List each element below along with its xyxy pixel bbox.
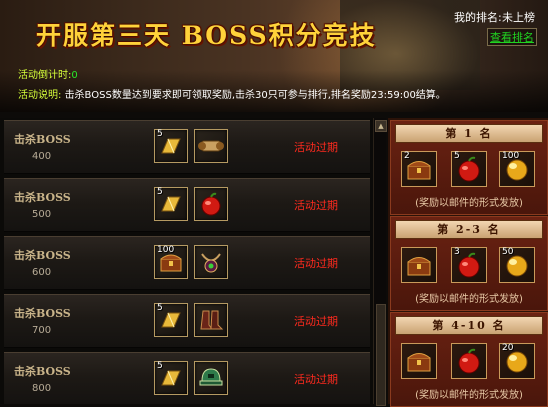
status-expired: 活动过期 [294,257,338,270]
item-slot[interactable] [401,247,437,283]
item-slot[interactable]: 2 [401,151,437,187]
red-apple-icon [458,156,480,182]
rank-reward-box: 第 1 名 2 5 100 (奖励以邮件的形式发放) [390,120,548,215]
scroll-thumb[interactable] [376,304,386,406]
item-slot[interactable] [194,303,228,337]
rank-title: 第 1 名 [395,124,543,143]
row-name: 击杀BOSS [14,307,71,320]
item-slot[interactable]: 3 [451,247,487,283]
row-name: 击杀BOSS [14,249,71,262]
gold-bar-icon [161,312,181,328]
gold-bar-icon [161,138,181,154]
row-score: 700 [32,325,52,336]
rank-title: 第 2-3 名 [395,220,543,239]
item-slot[interactable] [194,361,228,395]
status-expired: 活动过期 [294,315,338,328]
reward-row: 击杀BOSS 700 5 活动过期 [4,294,370,348]
reward-row: 击杀BOSS 800 5 活动过期 [4,352,370,404]
countdown-label: 活动倒计时: [18,70,72,81]
treasure-chest-icon [407,353,431,372]
scroll-up-icon[interactable]: ▲ [375,120,387,132]
rank-reward-box: 第 4-10 名 20 (奖励以邮件的形式发放) [390,312,548,407]
event-description: 活动说明: 击杀BOSS数量达到要求即可领取奖励,击杀30只可参与排行,排名奖励… [18,86,446,101]
item-slot[interactable]: 5 [154,303,188,337]
my-rank-label: 我的排名: [454,11,502,24]
status-expired: 活动过期 [294,199,338,212]
item-slot[interactable] [401,343,437,379]
treasure-chest-icon [407,257,431,276]
event-title: 开服第三天 BOSS积分竞技 [36,21,377,50]
item-slot[interactable]: 20 [499,343,535,379]
reward-note: (奖励以邮件的形式发放) [415,390,523,401]
row-name: 击杀BOSS [14,365,71,378]
row-score: 500 [32,209,52,220]
item-slot[interactable]: 100 [154,245,188,279]
row-score: 800 [32,383,52,394]
row-name: 击杀BOSS [14,191,71,204]
status-expired: 活动过期 [294,141,338,154]
item-slot[interactable]: 5 [154,129,188,163]
item-slot[interactable] [194,245,228,279]
list-scrollbar[interactable]: ▲ [373,118,387,406]
reward-note: (奖励以邮件的形式发放) [415,294,523,305]
ranking-reward-panel: 第 1 名 2 5 100 (奖励以邮件的形式发放) 第 2-3 名 3 50 … [388,118,548,407]
red-apple-icon [201,192,221,216]
description-text: 击杀BOSS数量达到要求即可领取奖励,击杀30只可参与排行,排名奖励23:59:… [64,90,446,101]
gold-bar-icon [161,370,181,386]
item-slot[interactable]: 50 [499,247,535,283]
event-banner: 开服第三天 BOSS积分竞技 我的排名: 未上榜 查看排名 活动倒计时:0 活动… [0,0,548,112]
view-ranking-link[interactable]: 查看排名 [487,28,537,46]
amulet-icon [201,253,221,273]
item-slot[interactable] [194,187,228,221]
rank-reward-box: 第 2-3 名 3 50 (奖励以邮件的形式发放) [390,216,548,311]
row-score: 600 [32,267,52,278]
row-score: 400 [32,151,52,162]
status-expired: 活动过期 [294,373,338,386]
boots-icon [200,310,224,330]
gold-orb-icon [506,255,528,277]
description-label: 活动说明: [18,90,62,101]
countdown: 活动倒计时:0 [18,66,78,81]
reward-row: 击杀BOSS 500 5 活动过期 [4,178,370,232]
item-slot[interactable]: 5 [451,151,487,187]
rank-title: 第 4-10 名 [395,316,543,335]
countdown-value: 0 [71,70,78,81]
row-name: 击杀BOSS [14,133,71,146]
reward-row: 击杀BOSS 400 5 活动过期 [4,120,370,174]
item-slot[interactable]: 5 [154,187,188,221]
reward-row: 击杀BOSS 600 100 活动过期 [4,236,370,290]
gold-orb-icon [506,159,528,181]
item-slot[interactable] [451,343,487,379]
gold-orb-icon [506,351,528,373]
treasure-chest-icon [407,161,431,180]
red-apple-icon [458,348,480,374]
item-slot[interactable] [194,129,228,163]
my-rank-value: 未上榜 [502,11,535,24]
reward-note: (奖励以邮件的形式发放) [415,198,523,209]
red-apple-icon [458,252,480,278]
item-slot[interactable]: 100 [499,151,535,187]
gold-bar-icon [161,196,181,212]
item-slot[interactable]: 5 [154,361,188,395]
scroll-icon [198,140,224,152]
kill-reward-list: 击杀BOSS 400 5 活动过期 击杀BOSS 500 5 活动过期 击杀BO… [0,118,373,404]
helmet-icon [199,368,223,386]
treasure-chest-icon [160,254,182,272]
